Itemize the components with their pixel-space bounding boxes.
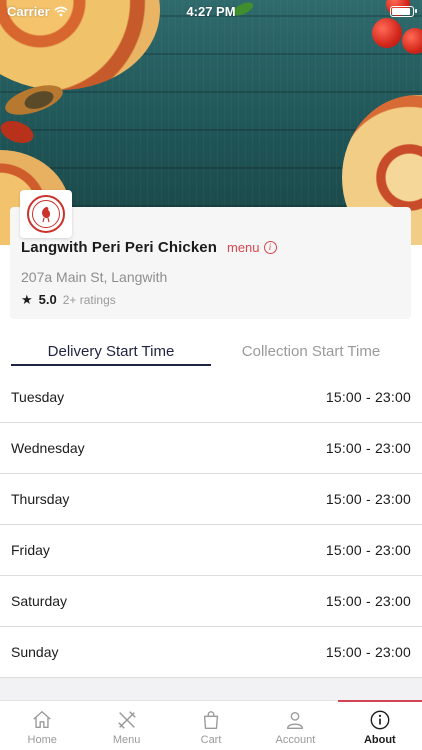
restaurant-logo — [20, 190, 72, 238]
bottom-tab-bar: Home Menu Cart Account About — [0, 700, 422, 750]
day-label: Sunday — [11, 644, 59, 660]
menu-utensils-icon — [117, 711, 136, 729]
rating-row: ★ 5.0 2+ ratings — [21, 292, 116, 308]
day-label: Tuesday — [11, 389, 65, 405]
account-person-icon — [287, 711, 304, 729]
tab-home-label: Home — [27, 734, 57, 746]
about-info-icon — [370, 710, 390, 730]
tab-delivery-start-time[interactable]: Delivery Start Time — [11, 333, 211, 367]
restaurant-info-card: Langwith Peri Peri Chicken menu i 207a M… — [10, 190, 411, 319]
tab-about-label: About — [363, 734, 396, 746]
list-item: Saturday 15:00 - 23:00 — [0, 576, 422, 627]
list-item: Wednesday 15:00 - 23:00 — [0, 423, 422, 474]
tab-menu[interactable]: Menu — [84, 701, 168, 750]
chicken-logo-icon — [42, 207, 51, 223]
tab-about[interactable]: About — [337, 700, 422, 750]
tomato-image — [402, 28, 422, 54]
status-bar: Carrier 4:27 PM — [0, 0, 422, 22]
time-range: 15:00 - 23:00 — [325, 542, 411, 558]
day-label: Wednesday — [11, 440, 85, 456]
tab-cart[interactable]: Cart — [169, 701, 253, 750]
opening-hours-list: Tuesday 15:00 - 23:00 Wednesday 15:00 - … — [0, 372, 422, 678]
list-item: Sunday 15:00 - 23:00 — [0, 627, 422, 678]
list-item: Friday 15:00 - 23:00 — [0, 525, 422, 576]
active-tab-indicator — [11, 364, 211, 366]
time-range: 15:00 - 23:00 — [325, 389, 411, 405]
info-icon[interactable]: i — [263, 241, 277, 254]
time-range: 15:00 - 23:00 — [325, 491, 411, 507]
tab-account[interactable]: Account — [253, 701, 337, 750]
tab-cart-label: Cart — [200, 734, 222, 746]
tomato-image — [372, 18, 402, 48]
ratings-count: 2+ ratings — [62, 293, 116, 307]
restaurant-title-row: Langwith Peri Peri Chicken menu i — [21, 239, 277, 256]
rating-value: 5.0 — [38, 292, 57, 307]
restaurant-name: Langwith Peri Peri Chicken — [21, 239, 217, 256]
cart-bag-icon — [203, 711, 219, 729]
tab-home[interactable]: Home — [0, 701, 84, 750]
home-icon — [33, 711, 51, 729]
day-label: Friday — [11, 542, 50, 558]
tab-menu-label: Menu — [112, 734, 141, 746]
star-icon: ★ — [21, 292, 33, 307]
menu-link[interactable]: menu — [227, 240, 260, 255]
tab-account-label: Account — [275, 734, 316, 746]
day-label: Thursday — [11, 491, 70, 507]
time-range: 15:00 - 23:00 — [325, 593, 411, 609]
hours-tabs: Delivery Start Time Collection Start Tim… — [11, 333, 411, 367]
time-range: 15:00 - 23:00 — [325, 644, 411, 660]
tab-collection-start-time[interactable]: Collection Start Time — [211, 333, 411, 367]
list-item: Tuesday 15:00 - 23:00 — [0, 372, 422, 423]
battery-icon — [390, 6, 417, 17]
day-label: Saturday — [11, 593, 68, 609]
list-footer-spacer — [0, 678, 422, 700]
time-range: 15:00 - 23:00 — [325, 440, 411, 456]
status-time: 4:27 PM — [186, 4, 236, 19]
restaurant-address: 207a Main St, Langwith — [21, 269, 168, 285]
list-item: Thursday 15:00 - 23:00 — [0, 474, 422, 525]
chili-image — [0, 116, 37, 148]
